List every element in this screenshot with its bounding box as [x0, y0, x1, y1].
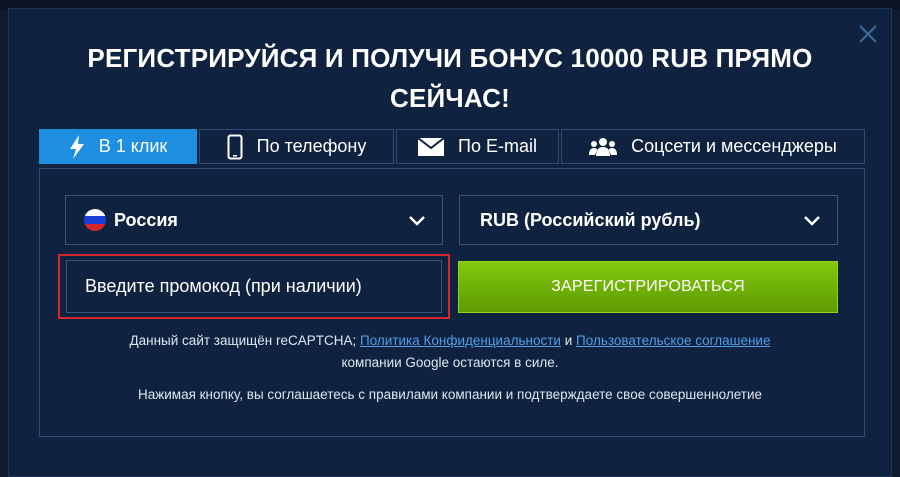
russia-flag-icon — [84, 209, 106, 231]
modal-title: РЕГИСТРИРУЙСЯ И ПОЛУЧИ БОНУС 10000 RUB П… — [87, 43, 813, 113]
tab-email[interactable]: По E-mail — [396, 129, 559, 164]
tab-social-label: Соцсети и мессенджеры — [631, 136, 837, 156]
recaptcha-and: и — [564, 333, 573, 348]
users-icon — [589, 137, 618, 157]
chevron-down-icon — [803, 212, 821, 233]
tab-one-click-label: В 1 клик — [98, 136, 168, 156]
promo-code-placeholder: Введите промокод (при наличии) — [85, 276, 362, 296]
privacy-policy-link[interactable]: Политика Конфиденциальности — [360, 333, 561, 348]
country-select[interactable]: Россия — [65, 195, 443, 245]
terms-link[interactable]: Пользовательское соглашение — [576, 333, 770, 348]
recaptcha-prefix: Данный сайт защищён reCAPTCHA; — [129, 333, 357, 348]
tab-phone-label: По телефону — [256, 136, 367, 156]
envelope-icon — [418, 137, 445, 156]
tab-social[interactable]: Соцсети и мессенджеры — [561, 129, 865, 164]
promo-code-input[interactable]: Введите промокод (при наличии) — [66, 260, 442, 313]
tab-one-click[interactable]: В 1 клик — [39, 129, 197, 164]
tab-phone[interactable]: По телефону — [199, 129, 394, 164]
country-select-value: Россия — [114, 209, 178, 230]
promo-code-highlight: Введите промокод (при наличии) — [58, 254, 450, 319]
tab-email-label: По E-mail — [458, 136, 537, 156]
recaptcha-suffix: компании Google остаются в силе. — [341, 355, 559, 370]
register-button[interactable]: ЗАРЕГИСТРИРОВАТЬСЯ — [458, 261, 838, 313]
registration-tabs: В 1 клик По телефону По E-mail Соцсети и… — [39, 129, 865, 164]
currency-select[interactable]: RUB (Российский рубль) — [459, 195, 838, 245]
recaptcha-notice: Данный сайт защищён reCAPTCHA; Политика … — [60, 330, 840, 374]
currency-select-value: RUB (Российский рубль) — [480, 209, 701, 230]
register-button-label: ЗАРЕГИСТРИРОВАТЬСЯ — [551, 278, 745, 295]
close-icon[interactable] — [857, 23, 879, 45]
chevron-down-icon — [408, 212, 426, 233]
phone-icon — [227, 134, 243, 160]
lightning-icon — [69, 134, 85, 159]
agreement-text: Нажимая кнопку, вы соглашаетесь с правил… — [137, 387, 763, 402]
